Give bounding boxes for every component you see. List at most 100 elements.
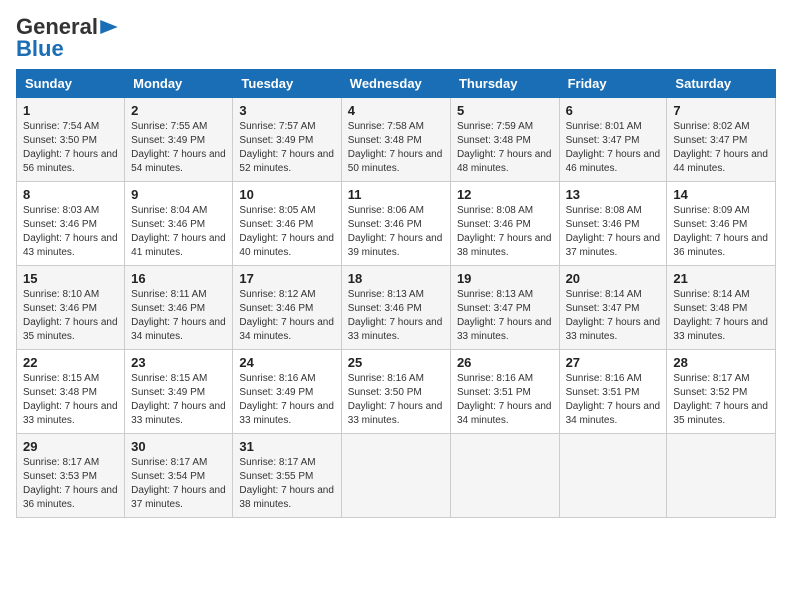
calendar-header-wednesday: Wednesday (341, 70, 450, 98)
day-number: 27 (566, 355, 661, 370)
calendar-cell: 23Sunrise: 8:15 AMSunset: 3:49 PMDayligh… (125, 350, 233, 434)
day-detail: Sunrise: 8:15 AMSunset: 3:48 PMDaylight:… (23, 372, 118, 428)
day-detail: Sunrise: 8:01 AMSunset: 3:47 PMDaylight:… (566, 120, 661, 176)
day-detail: Sunrise: 8:16 AMSunset: 3:51 PMDaylight:… (566, 372, 661, 428)
day-detail: Sunrise: 8:13 AMSunset: 3:47 PMDaylight:… (457, 288, 553, 344)
day-number: 16 (131, 271, 226, 286)
calendar-cell: 12 Sunrise: 8:08 AMSunset: 3:46 PMDayligh… (450, 182, 559, 266)
day-number: 1 (23, 103, 118, 118)
day-detail: Sunrise: 8:16 AMSunset: 3:51 PMDaylight:… (457, 372, 553, 428)
day-number: 21 (673, 271, 769, 286)
day-detail: Sunrise: 8:09 AMSunset: 3:46 PMDaylight:… (673, 204, 769, 260)
day-number: 7 (673, 103, 769, 118)
day-detail: Sunrise: 8:10 AMSunset: 3:46 PMDaylight:… (23, 288, 118, 344)
day-number: 24 (239, 355, 334, 370)
logo-blue-text: Blue (16, 36, 64, 61)
calendar-cell (341, 434, 450, 518)
day-number: 17 (239, 271, 334, 286)
day-detail: Sunrise: 7:58 AMSunset: 3:48 PMDaylight:… (348, 120, 444, 176)
calendar-header-tuesday: Tuesday (233, 70, 341, 98)
calendar-cell: 18Sunrise: 8:13 AMSunset: 3:46 PMDayligh… (341, 266, 450, 350)
logo-arrow-icon (100, 20, 118, 34)
calendar-cell: 2 Sunrise: 7:55 AMSunset: 3:49 PMDaylight… (125, 98, 233, 182)
calendar-cell: 7Sunrise: 8:02 AMSunset: 3:47 PMDaylight… (667, 98, 776, 182)
day-number: 2 (131, 103, 226, 118)
calendar-week-row: 22 Sunrise: 8:15 AMSunset: 3:48 PMDayligh… (17, 350, 776, 434)
day-detail: Sunrise: 8:11 AMSunset: 3:46 PMDaylight:… (131, 288, 226, 344)
day-detail: Sunrise: 8:04 AMSunset: 3:46 PMDaylight:… (131, 204, 226, 260)
calendar-cell: 15 Sunrise: 8:10 AMSunset: 3:46 PMDayligh… (17, 266, 125, 350)
calendar-cell: 10 Sunrise: 8:05 AMSunset: 3:46 PMDayligh… (233, 182, 341, 266)
calendar-cell (450, 434, 559, 518)
calendar-cell: 31Sunrise: 8:17 AMSunset: 3:55 PMDayligh… (233, 434, 341, 518)
day-detail: Sunrise: 7:57 AMSunset: 3:49 PMDaylight:… (239, 120, 334, 176)
day-number: 15 (23, 271, 118, 286)
calendar-cell: 14 Sunrise: 8:09 AMSunset: 3:46 PMDayligh… (667, 182, 776, 266)
day-detail: Sunrise: 8:16 AMSunset: 3:49 PMDaylight:… (239, 372, 334, 428)
calendar-week-row: 8 Sunrise: 8:03 AMSunset: 3:46 PMDaylight… (17, 182, 776, 266)
calendar-header-monday: Monday (125, 70, 233, 98)
day-number: 8 (23, 187, 118, 202)
day-detail: Sunrise: 8:17 AMSunset: 3:53 PMDaylight:… (23, 456, 118, 512)
calendar-cell: 5Sunrise: 7:59 AMSunset: 3:48 PMDaylight… (450, 98, 559, 182)
calendar-cell: 4 Sunrise: 7:58 AMSunset: 3:48 PMDaylight… (341, 98, 450, 182)
calendar-header-sunday: Sunday (17, 70, 125, 98)
day-number: 19 (457, 271, 553, 286)
calendar-cell: 19 Sunrise: 8:13 AMSunset: 3:47 PMDayligh… (450, 266, 559, 350)
calendar-week-row: 1 Sunrise: 7:54 AMSunset: 3:50 PMDaylight… (17, 98, 776, 182)
page-header: General Blue (16, 16, 776, 61)
day-detail: Sunrise: 8:14 AMSunset: 3:48 PMDaylight:… (673, 288, 769, 344)
day-detail: Sunrise: 8:16 AMSunset: 3:50 PMDaylight:… (348, 372, 444, 428)
day-number: 22 (23, 355, 118, 370)
calendar-week-row: 15 Sunrise: 8:10 AMSunset: 3:46 PMDayligh… (17, 266, 776, 350)
day-detail: Sunrise: 8:06 AMSunset: 3:46 PMDaylight:… (348, 204, 444, 260)
calendar-cell: 6Sunrise: 8:01 AMSunset: 3:47 PMDaylight… (559, 98, 667, 182)
calendar-cell: 22 Sunrise: 8:15 AMSunset: 3:48 PMDayligh… (17, 350, 125, 434)
calendar-cell: 8 Sunrise: 8:03 AMSunset: 3:46 PMDaylight… (17, 182, 125, 266)
calendar-cell: 3 Sunrise: 7:57 AMSunset: 3:49 PMDaylight… (233, 98, 341, 182)
day-number: 12 (457, 187, 553, 202)
day-detail: Sunrise: 8:03 AMSunset: 3:46 PMDaylight:… (23, 204, 118, 260)
day-detail: Sunrise: 8:12 AMSunset: 3:46 PMDaylight:… (239, 288, 334, 344)
calendar-cell: 28 Sunrise: 8:17 AMSunset: 3:52 PMDayligh… (667, 350, 776, 434)
day-detail: Sunrise: 8:17 AMSunset: 3:52 PMDaylight:… (673, 372, 769, 428)
day-number: 13 (566, 187, 661, 202)
day-detail: Sunrise: 8:08 AMSunset: 3:46 PMDaylight:… (457, 204, 553, 260)
calendar-header-row: SundayMondayTuesdayWednesdayThursdayFrid… (17, 70, 776, 98)
day-detail: Sunrise: 8:17 AMSunset: 3:54 PMDaylight:… (131, 456, 226, 512)
day-detail: Sunrise: 8:13 AMSunset: 3:46 PMDaylight:… (348, 288, 444, 344)
day-detail: Sunrise: 8:05 AMSunset: 3:46 PMDaylight:… (239, 204, 334, 260)
logo-text: General (16, 16, 98, 38)
day-number: 3 (239, 103, 334, 118)
calendar-cell: 24 Sunrise: 8:16 AMSunset: 3:49 PMDayligh… (233, 350, 341, 434)
day-number: 14 (673, 187, 769, 202)
calendar-cell: 11 Sunrise: 8:06 AMSunset: 3:46 PMDayligh… (341, 182, 450, 266)
calendar-week-row: 29 Sunrise: 8:17 AMSunset: 3:53 PMDayligh… (17, 434, 776, 518)
day-number: 9 (131, 187, 226, 202)
calendar-cell (559, 434, 667, 518)
day-number: 10 (239, 187, 334, 202)
day-number: 28 (673, 355, 769, 370)
calendar-cell: 27 Sunrise: 8:16 AMSunset: 3:51 PMDayligh… (559, 350, 667, 434)
day-detail: Sunrise: 7:55 AMSunset: 3:49 PMDaylight:… (131, 120, 226, 176)
day-number: 26 (457, 355, 553, 370)
day-detail: Sunrise: 8:14 AMSunset: 3:47 PMDaylight:… (566, 288, 661, 344)
day-number: 29 (23, 439, 118, 454)
calendar-table: SundayMondayTuesdayWednesdayThursdayFrid… (16, 69, 776, 518)
day-number: 25 (348, 355, 444, 370)
calendar-cell (667, 434, 776, 518)
calendar-header-thursday: Thursday (450, 70, 559, 98)
logo: General Blue (16, 16, 118, 61)
calendar-cell: 25 Sunrise: 8:16 AMSunset: 3:50 PMDayligh… (341, 350, 450, 434)
calendar-header-friday: Friday (559, 70, 667, 98)
day-number: 30 (131, 439, 226, 454)
day-detail: Sunrise: 7:54 AMSunset: 3:50 PMDaylight:… (23, 120, 118, 176)
day-number: 11 (348, 187, 444, 202)
day-detail: Sunrise: 8:08 AMSunset: 3:46 PMDaylight:… (566, 204, 661, 260)
day-number: 4 (348, 103, 444, 118)
day-number: 20 (566, 271, 661, 286)
calendar-cell: 20 Sunrise: 8:14 AMSunset: 3:47 PMDayligh… (559, 266, 667, 350)
day-number: 23 (131, 355, 226, 370)
day-detail: Sunrise: 8:17 AMSunset: 3:55 PMDaylight:… (239, 456, 334, 512)
calendar-cell: 16 Sunrise: 8:11 AMSunset: 3:46 PMDayligh… (125, 266, 233, 350)
